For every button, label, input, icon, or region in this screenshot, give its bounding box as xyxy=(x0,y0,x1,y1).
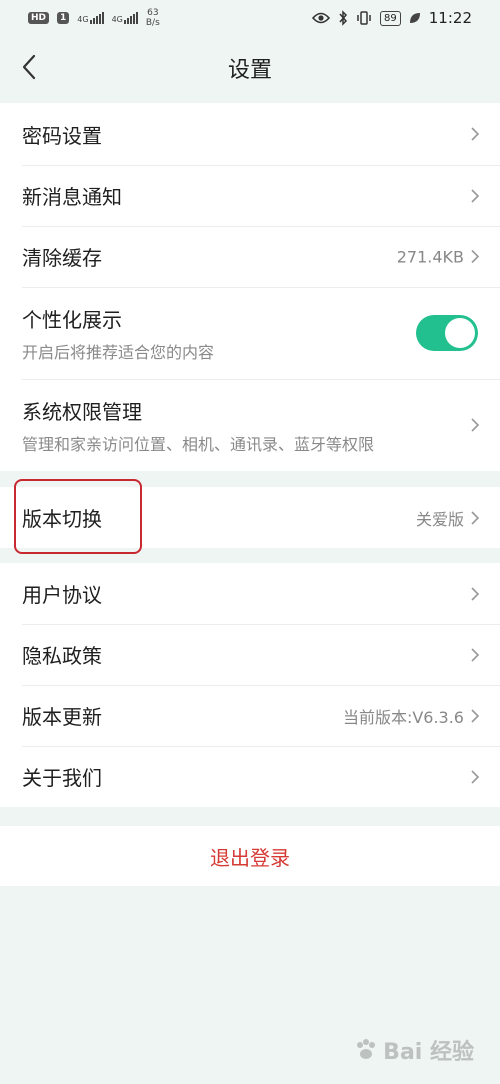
row-label: 密码设置 xyxy=(22,123,102,148)
chevron-right-icon xyxy=(471,249,480,264)
bluetooth-icon xyxy=(339,10,348,26)
row-right: 271.4KB xyxy=(397,247,480,266)
cache-size: 271.4KB xyxy=(396,247,464,266)
row-password-settings[interactable]: 密码设置 xyxy=(0,103,500,165)
status-right: 89 11:22 xyxy=(312,9,472,27)
row-system-permissions[interactable]: 系统权限管理 管理和家亲访问位置、相机、通讯录、蓝牙等权限 xyxy=(0,379,500,471)
signal-icon xyxy=(123,12,138,24)
row-label: 用户协议 xyxy=(22,583,102,607)
status-left: HD 1 4G 4G 63 B/s xyxy=(28,8,160,28)
row-right xyxy=(470,769,480,785)
row-version-switch[interactable]: 版本切换 关爱版 xyxy=(0,487,500,548)
signal-icon xyxy=(89,12,104,24)
leaf-icon xyxy=(409,13,420,23)
hd-badge: HD xyxy=(28,12,50,24)
chevron-right-icon xyxy=(471,769,480,784)
network-type-2: 4G xyxy=(111,15,123,24)
chevron-right-icon xyxy=(471,418,480,432)
watermark-text: Bai 经验 xyxy=(383,1040,474,1065)
chevron-right-icon xyxy=(471,708,480,723)
sim-slot-badge: 1 xyxy=(57,12,70,24)
logout-button[interactable]: 退出登录 xyxy=(0,826,500,886)
speed-value: 63 xyxy=(147,8,159,18)
network-speed: 63 B/s xyxy=(146,8,160,28)
row-privacy-policy[interactable]: 隐私政策 xyxy=(0,624,500,685)
row-label: 隐私政策 xyxy=(22,644,102,668)
watermark: Bai 经验 xyxy=(353,1034,474,1066)
row-label: 新消息通知 xyxy=(22,185,122,209)
row-version-update[interactable]: 版本更新 当前版本:V6.3.6 xyxy=(0,685,500,746)
row-label: 系统权限管理 xyxy=(22,399,142,424)
row-right xyxy=(470,647,480,663)
settings-group-1: 密码设置 新消息通知 清除缓存 271.4KB 个性化展示 开启后将推荐适合您的… xyxy=(0,103,500,471)
row-user-agreement[interactable]: 用户协议 xyxy=(0,563,500,624)
version-mode: 关爱版 xyxy=(415,509,464,529)
eye-icon xyxy=(312,12,331,24)
row-right xyxy=(470,188,480,204)
speed-unit: B/s xyxy=(145,18,160,28)
settings-group-3: 用户协议 隐私政策 版本更新 当前版本:V6.3.6 关于我们 xyxy=(0,563,500,807)
chevron-right-icon xyxy=(471,647,480,662)
row-personalized-display: 个性化展示 开启后将推荐适合您的内容 xyxy=(0,287,500,379)
row-right xyxy=(470,126,480,142)
row-right xyxy=(470,417,480,433)
toggle-knob xyxy=(445,318,475,348)
paw-icon xyxy=(357,1039,376,1059)
clock: 11:22 xyxy=(428,9,472,27)
signal-2: 4G xyxy=(112,12,138,24)
row-sublabel: 管理和家亲访问位置、相机、通讯录、蓝牙等权限 xyxy=(22,434,375,454)
chevron-right-icon xyxy=(471,127,480,141)
settings-group-2: 版本切换 关爱版 xyxy=(0,487,500,548)
chevron-right-icon xyxy=(471,510,480,525)
chevron-right-icon xyxy=(471,188,480,203)
chevron-right-icon xyxy=(471,586,480,601)
battery-icon: 89 xyxy=(380,10,401,26)
current-version: 当前版本:V6.3.6 xyxy=(342,707,464,727)
row-about-us[interactable]: 关于我们 xyxy=(0,746,500,807)
row-right xyxy=(470,586,480,602)
network-type-1: 4G xyxy=(77,15,89,24)
page-title: 设置 xyxy=(227,58,272,83)
vibrate-icon xyxy=(357,11,371,25)
row-label: 关于我们 xyxy=(22,766,102,790)
row-notifications[interactable]: 新消息通知 xyxy=(0,165,500,226)
row-right: 当前版本:V6.3.6 xyxy=(343,704,480,728)
row-clear-cache[interactable]: 清除缓存 271.4KB xyxy=(0,226,500,287)
status-bar: HD 1 4G 4G 63 B/s 89 11:22 xyxy=(0,0,500,36)
row-right: 关爱版 xyxy=(416,506,480,530)
nav-bar: 设置 xyxy=(0,36,500,98)
signal-1: 4G xyxy=(77,12,104,24)
personalized-toggle[interactable] xyxy=(416,315,478,351)
